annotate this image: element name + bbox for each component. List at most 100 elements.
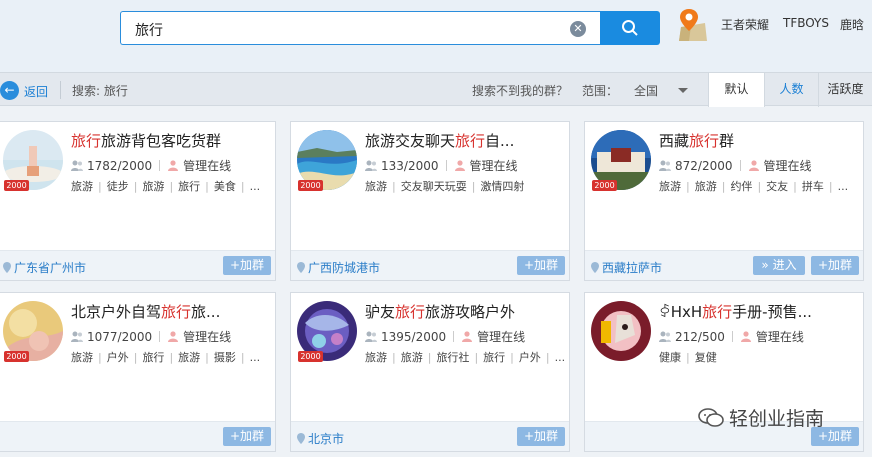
divider: | xyxy=(471,180,476,193)
members-icon xyxy=(365,160,377,171)
tab-members[interactable]: 人数 xyxy=(764,73,818,107)
range-select[interactable]: 全国 xyxy=(634,82,658,99)
divider: | xyxy=(169,180,174,193)
tag: 徒步 xyxy=(106,180,129,193)
search-input[interactable]: 旅行 ✕ xyxy=(120,11,600,45)
location-pin-icon xyxy=(591,262,599,273)
group-name-prefix: 西藏 xyxy=(659,132,690,150)
wechat-icon xyxy=(698,408,724,427)
divider: | xyxy=(240,180,245,193)
admin-status: 管理在线 xyxy=(763,159,812,173)
group-stats: 872/2000 管理在线 xyxy=(659,157,812,174)
admin-status: 管理在线 xyxy=(183,330,232,344)
group-name[interactable]: 北京户外自驾旅行旅... xyxy=(71,301,271,322)
divider xyxy=(445,160,447,171)
members-icon xyxy=(659,331,671,342)
group-name[interactable]: 驴友旅行旅游攻略户外 xyxy=(365,301,565,322)
members-icon xyxy=(71,331,83,342)
group-name-highlight: 旅行 xyxy=(455,132,486,150)
watermark-text: 轻创业指南 xyxy=(729,408,825,430)
join-group-button[interactable]: +加群 xyxy=(517,427,565,446)
member-count: 1077/2000 xyxy=(87,330,153,344)
divider: | xyxy=(828,180,833,193)
group-name[interactable]: 西藏旅行群 xyxy=(659,130,859,151)
tag: 旅行 xyxy=(142,351,165,364)
members-icon xyxy=(365,331,377,342)
tag: 复健 xyxy=(694,351,717,364)
tag: 户外 xyxy=(518,351,541,364)
tag: ... xyxy=(837,180,849,193)
member-count: 1395/2000 xyxy=(381,330,447,344)
divider: | xyxy=(392,180,396,193)
join-group-button[interactable]: +加群 xyxy=(517,256,565,275)
divider: | xyxy=(721,180,726,193)
group-name-suffix: 群 xyxy=(719,132,735,150)
hot-link-2[interactable]: TFBOYS xyxy=(783,16,829,30)
card-footer: 北京市 +加群 xyxy=(291,421,569,451)
filter-bar: ← 返回 搜索: 旅行 搜索不到我的群？ 范围： 全国 默认 人数 活跃度 xyxy=(0,72,872,107)
group-name-prefix: 北京户外自驾 xyxy=(71,303,162,321)
admin-icon xyxy=(454,160,465,171)
group-name-suffix: 旅游攻略户外 xyxy=(425,303,516,321)
divider xyxy=(739,160,741,171)
back-label: 返回 xyxy=(24,85,49,99)
tag: 交友聊天玩耍 xyxy=(400,180,467,193)
tag: 交友 xyxy=(766,180,789,193)
member-count: 872/2000 xyxy=(675,159,733,173)
group-card[interactable]: 2000 旅行旅游背包客吃货群 1782/2000 管理在线 旅游 | 徒步 | 旅游 | 旅… xyxy=(0,121,276,281)
member-count: 212/500 xyxy=(675,330,725,344)
admin-status: 管理在线 xyxy=(477,330,526,344)
group-card[interactable]: 2000 旅游交友聊天旅行自... 133/2000 管理在线 旅游 | 交友聊天玩耍… xyxy=(290,121,570,281)
group-name[interactable]: 旅行旅游背包客吃货群 xyxy=(71,130,271,151)
join-group-button[interactable]: +加群 xyxy=(811,256,859,275)
top-bar: 旅行 ✕ 王者荣耀 TFBOYS 鹿晗 xyxy=(0,0,872,72)
group-name-highlight: 旅行 xyxy=(395,303,426,321)
group-location: 北京市 xyxy=(297,430,344,447)
tag: 激情四射 xyxy=(480,180,525,193)
hot-link-3[interactable]: 鹿晗 xyxy=(840,16,864,33)
divider: | xyxy=(98,180,102,193)
group-stats: 133/2000 管理在线 xyxy=(365,157,518,174)
admin-icon xyxy=(462,331,473,342)
group-location: 广西防城港市 xyxy=(297,259,380,276)
enter-group-button[interactable]: » 进入 xyxy=(753,256,805,275)
group-tags: 旅游 | 徒步 | 旅游 | 旅行 | 美食 |... xyxy=(71,178,271,194)
group-name[interactable]: ꀆHxH旅行手册-预售... xyxy=(659,301,859,322)
map-location-icon[interactable] xyxy=(677,7,709,43)
search-query[interactable]: 旅行 xyxy=(135,20,163,40)
group-card[interactable]: 2000 西藏旅行群 872/2000 管理在线 旅游 | 旅游 | 约伴 | 交友 | 拼车 |.… xyxy=(584,121,864,281)
divider: | xyxy=(133,180,138,193)
location-text: 西藏拉萨市 xyxy=(602,261,663,275)
join-group-button[interactable]: +加群 xyxy=(223,256,271,275)
group-name-highlight: 旅行 xyxy=(702,303,733,321)
divider: | xyxy=(169,351,174,364)
divider xyxy=(453,331,455,342)
admin-status: 管理在线 xyxy=(755,330,804,344)
divider: | xyxy=(205,180,209,193)
tag: 旅游 xyxy=(694,180,717,193)
search-button[interactable] xyxy=(600,11,660,45)
not-found-link[interactable]: 搜索不到我的群？ xyxy=(472,82,568,99)
size-badge: 2000 xyxy=(298,180,323,191)
tag: ... xyxy=(249,180,261,193)
group-card[interactable]: 2000 北京户外自驾旅行旅... 1077/2000 管理在线 旅游 | 户外 | 旅行… xyxy=(0,292,276,452)
group-card[interactable]: 2000 驴友旅行旅游攻略户外 1395/2000 管理在线 旅游 | 旅游 | 旅行社 |… xyxy=(290,292,570,452)
chevron-down-icon[interactable] xyxy=(678,88,688,93)
clear-icon[interactable]: ✕ xyxy=(570,21,586,37)
member-count: 1782/2000 xyxy=(87,159,153,173)
tag: ... xyxy=(249,351,261,364)
divider: | xyxy=(757,180,762,193)
group-stats: 1395/2000 管理在线 xyxy=(365,328,525,345)
group-name-suffix: 手册-预售... xyxy=(732,303,812,321)
tag: 约伴 xyxy=(730,180,753,193)
hot-link-1[interactable]: 王者荣耀 xyxy=(721,16,769,33)
tab-activity[interactable]: 活跃度 xyxy=(818,73,872,107)
divider: | xyxy=(427,351,432,364)
tag: 旅游 xyxy=(71,351,93,364)
divider: | xyxy=(240,351,245,364)
tag: 旅游 xyxy=(659,180,681,193)
tab-default[interactable]: 默认 xyxy=(708,73,764,107)
group-name[interactable]: 旅游交友聊天旅行自... xyxy=(365,130,565,151)
join-group-button[interactable]: +加群 xyxy=(223,427,271,446)
tag: 旅游 xyxy=(142,180,165,193)
